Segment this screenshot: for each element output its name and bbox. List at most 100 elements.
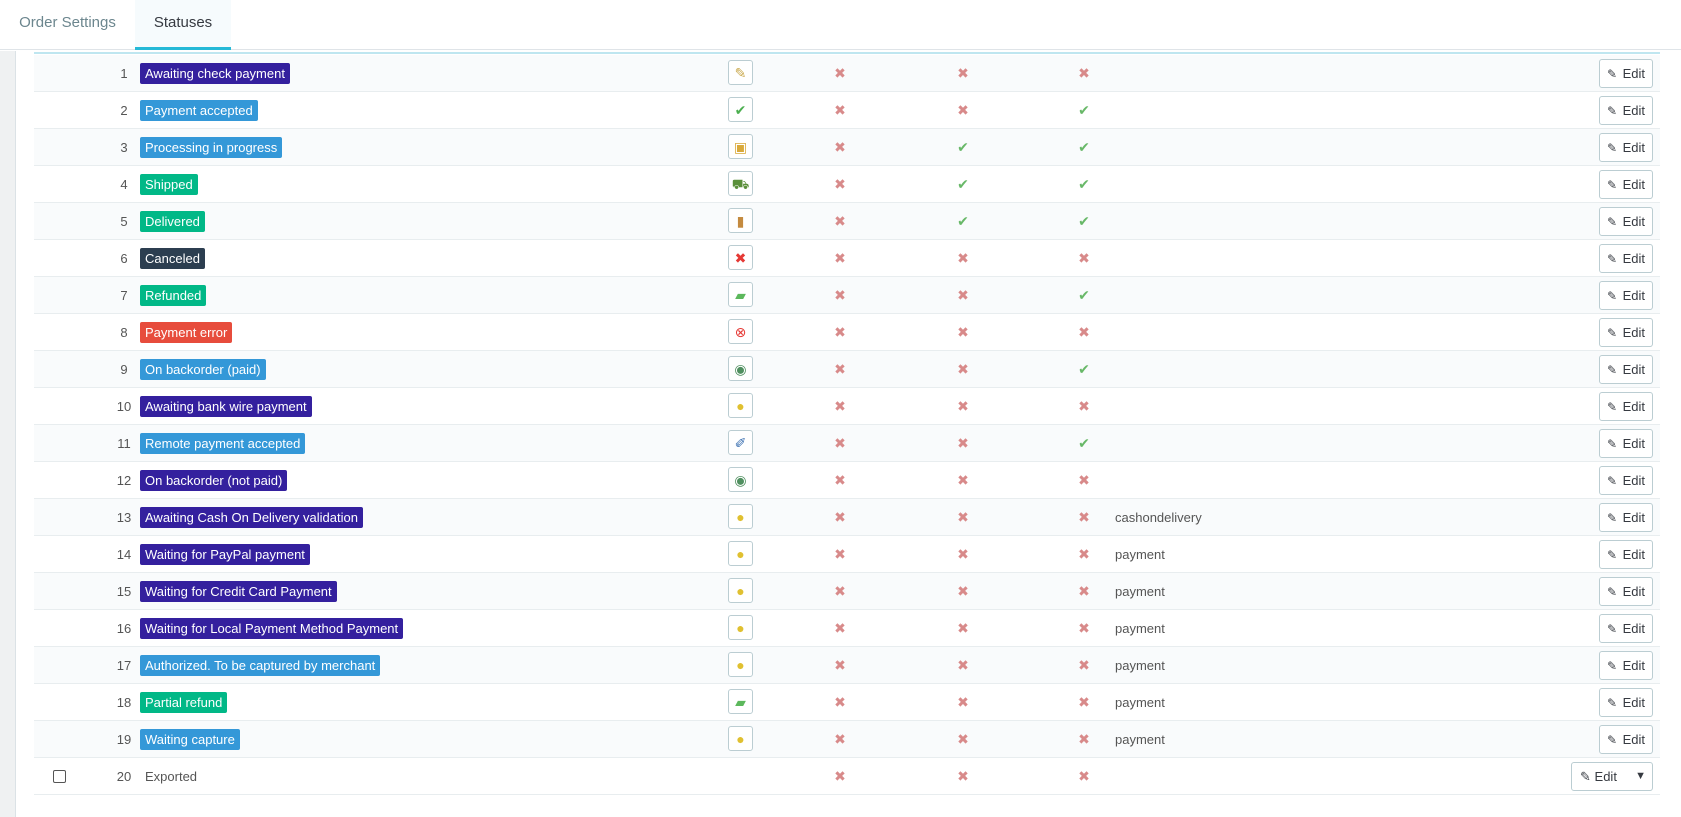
cross-icon[interactable]: ✖ — [1074, 684, 1094, 721]
cross-icon[interactable]: ✖ — [953, 610, 973, 647]
check-icon[interactable]: ✔ — [1074, 92, 1094, 129]
table-row[interactable]: 2 Payment accepted ✔ ✖ ✖ ✔ ✎ Edit — [34, 92, 1660, 129]
edit-button[interactable]: ✎ Edit — [1599, 540, 1653, 569]
table-row[interactable]: 4 Shipped ⛟ ✖ ✔ ✔ ✎ Edit — [34, 166, 1660, 203]
edit-button[interactable]: ✎ Edit — [1599, 503, 1653, 532]
cross-icon[interactable]: ✖ — [830, 55, 850, 92]
table-row[interactable]: 16 Waiting for Local Payment Method Payme… — [34, 610, 1660, 647]
cross-icon[interactable]: ✖ — [830, 240, 850, 277]
cross-icon[interactable]: ✖ — [830, 203, 850, 240]
cross-icon[interactable]: ✖ — [1074, 55, 1094, 92]
table-row[interactable]: 8 Payment error ⊗ ✖ ✖ ✖ ✎ Edit — [34, 314, 1660, 351]
edit-button[interactable]: ✎ Edit — [1599, 355, 1653, 384]
cross-icon[interactable]: ✖ — [830, 425, 850, 462]
cross-icon[interactable]: ✖ — [830, 129, 850, 166]
cross-icon[interactable]: ✖ — [953, 499, 973, 536]
cross-icon[interactable]: ✖ — [830, 684, 850, 721]
table-row[interactable]: 1 Awaiting check payment ✎ ✖ ✖ ✖ ✎ Edit — [34, 55, 1660, 92]
table-row[interactable]: 19 Waiting capture ● ✖ ✖ ✖ payment ✎ Edit — [34, 721, 1660, 758]
cross-icon[interactable]: ✖ — [953, 758, 973, 795]
edit-button[interactable]: ✎ Edit — [1599, 429, 1653, 458]
cross-icon[interactable]: ✖ — [1074, 462, 1094, 499]
cross-icon[interactable]: ✖ — [953, 684, 973, 721]
cross-icon[interactable]: ✖ — [830, 536, 850, 573]
edit-button[interactable]: ✎ Edit — [1599, 688, 1653, 717]
cross-icon[interactable]: ✖ — [953, 388, 973, 425]
table-row[interactable]: 6 Canceled ✖ ✖ ✖ ✖ ✎ Edit — [34, 240, 1660, 277]
cross-icon[interactable]: ✖ — [953, 462, 973, 499]
cross-icon[interactable]: ✖ — [830, 462, 850, 499]
check-icon[interactable]: ✔ — [953, 166, 973, 203]
cross-icon[interactable]: ✖ — [830, 573, 850, 610]
cross-icon[interactable]: ✖ — [1074, 721, 1094, 758]
cross-icon[interactable]: ✖ — [953, 647, 973, 684]
table-row[interactable]: 12 On backorder (not paid) ◉ ✖ ✖ ✖ ✎ Edit — [34, 462, 1660, 499]
tab-statuses[interactable]: Statuses — [135, 0, 231, 50]
tab-order-settings[interactable]: Order Settings — [0, 0, 135, 50]
cross-icon[interactable]: ✖ — [1074, 388, 1094, 425]
cross-icon[interactable]: ✖ — [953, 277, 973, 314]
edit-button[interactable]: ✎ Edit — [1580, 763, 1617, 790]
cross-icon[interactable]: ✖ — [1074, 499, 1094, 536]
cross-icon[interactable]: ✖ — [953, 536, 973, 573]
edit-button[interactable]: ✎ Edit — [1599, 207, 1653, 236]
check-icon[interactable]: ✔ — [953, 129, 973, 166]
cross-icon[interactable]: ✖ — [953, 425, 973, 462]
cross-icon[interactable]: ✖ — [953, 240, 973, 277]
table-row[interactable]: 10 Awaiting bank wire payment ● ✖ ✖ ✖ ✎ Edit — [34, 388, 1660, 425]
edit-button[interactable]: ✎ Edit — [1599, 281, 1653, 310]
cross-icon[interactable]: ✖ — [830, 166, 850, 203]
edit-button[interactable]: ✎ Edit — [1599, 577, 1653, 606]
cross-icon[interactable]: ✖ — [1074, 758, 1094, 795]
table-row[interactable]: 18 Partial refund ▰ ✖ ✖ ✖ payment ✎ Edit — [34, 684, 1660, 721]
edit-button[interactable]: ✎ Edit — [1599, 392, 1653, 421]
check-icon[interactable]: ✔ — [1074, 129, 1094, 166]
check-icon[interactable]: ✔ — [953, 203, 973, 240]
edit-button[interactable]: ✎ Edit — [1599, 651, 1653, 680]
table-row[interactable]: 7 Refunded ▰ ✖ ✖ ✔ ✎ Edit — [34, 277, 1660, 314]
cross-icon[interactable]: ✖ — [1074, 610, 1094, 647]
edit-button[interactable]: ✎ Edit — [1599, 96, 1653, 125]
table-row[interactable]: 5 Delivered ▮ ✖ ✔ ✔ ✎ Edit — [34, 203, 1660, 240]
cross-icon[interactable]: ✖ — [953, 721, 973, 758]
cross-icon[interactable]: ✖ — [830, 647, 850, 684]
cross-icon[interactable]: ✖ — [1074, 536, 1094, 573]
edit-button[interactable]: ✎ Edit — [1599, 59, 1653, 88]
edit-button[interactable]: ✎ Edit — [1599, 466, 1653, 495]
cross-icon[interactable]: ✖ — [830, 721, 850, 758]
cross-icon[interactable]: ✖ — [830, 610, 850, 647]
edit-button[interactable]: ✎ Edit — [1599, 244, 1653, 273]
edit-button[interactable]: ✎ Edit — [1599, 133, 1653, 162]
cross-icon[interactable]: ✖ — [953, 92, 973, 129]
table-row[interactable]: 15 Waiting for Credit Card Payment ● ✖ ✖ ✖ pay… — [34, 573, 1660, 610]
cross-icon[interactable]: ✖ — [953, 55, 973, 92]
check-icon[interactable]: ✔ — [1074, 277, 1094, 314]
edit-button[interactable]: ✎ Edit — [1599, 170, 1653, 199]
table-row[interactable]: 14 Waiting for PayPal payment ● ✖ ✖ ✖ payment ✎… — [34, 536, 1660, 573]
edit-button[interactable]: ✎ Edit — [1599, 725, 1653, 754]
cross-icon[interactable]: ✖ — [830, 92, 850, 129]
cross-icon[interactable]: ✖ — [953, 351, 973, 388]
cross-icon[interactable]: ✖ — [953, 314, 973, 351]
table-row[interactable]: 9 On backorder (paid) ◉ ✖ ✖ ✔ ✎ Edit — [34, 351, 1660, 388]
row-checkbox[interactable] — [53, 770, 66, 783]
table-row[interactable]: 17 Authorized. To be captured by merchant… — [34, 647, 1660, 684]
cross-icon[interactable]: ✖ — [1074, 573, 1094, 610]
table-row[interactable]: 13 Awaiting Cash On Delivery validation ● ✖… — [34, 499, 1660, 536]
table-row[interactable]: 3 Processing in progress ▣ ✖ ✔ ✔ ✎ Edit — [34, 129, 1660, 166]
cross-icon[interactable]: ✖ — [953, 573, 973, 610]
cross-icon[interactable]: ✖ — [830, 388, 850, 425]
check-icon[interactable]: ✔ — [1074, 351, 1094, 388]
cross-icon[interactable]: ✖ — [830, 277, 850, 314]
cross-icon[interactable]: ✖ — [830, 314, 850, 351]
cross-icon[interactable]: ✖ — [1074, 240, 1094, 277]
edit-button[interactable]: ✎ Edit — [1599, 318, 1653, 347]
cross-icon[interactable]: ✖ — [1074, 647, 1094, 684]
check-icon[interactable]: ✔ — [1074, 425, 1094, 462]
check-icon[interactable]: ✔ — [1074, 203, 1094, 240]
cross-icon[interactable]: ✖ — [830, 351, 850, 388]
table-row[interactable]: 11 Remote payment accepted ✐ ✖ ✖ ✔ ✎ Edit — [34, 425, 1660, 462]
edit-button[interactable]: ✎ Edit — [1599, 614, 1653, 643]
check-icon[interactable]: ✔ — [1074, 166, 1094, 203]
table-row[interactable]: 20 Exported ✖ ✖ ✖ ✎ Edit ▼ — [34, 758, 1660, 795]
